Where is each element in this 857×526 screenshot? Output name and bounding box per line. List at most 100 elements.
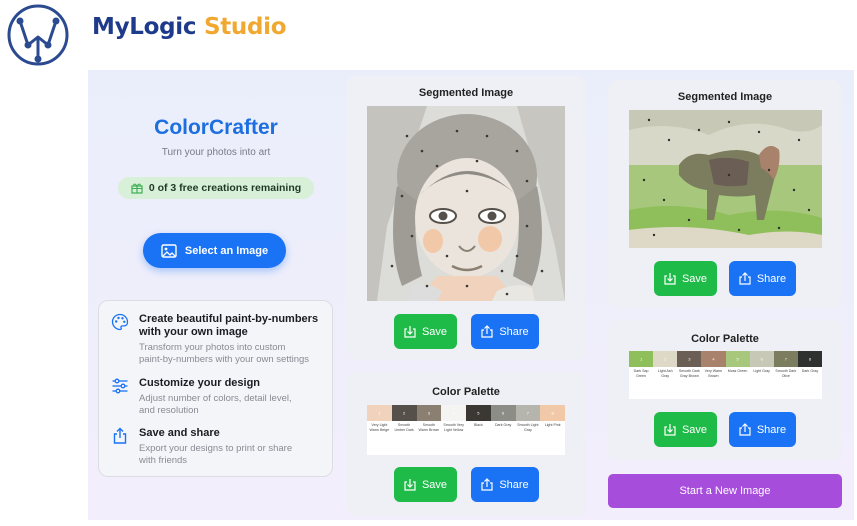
app-subtitle: Turn your photos into art: [161, 147, 271, 158]
swatch-label: Smooth Dark Gray Brown: [678, 369, 700, 378]
feature-description: Adjust number of colors, detail level, a…: [139, 393, 292, 416]
feature-title: Save and share: [139, 427, 220, 439]
palette-swatch: 6 Light Gray: [749, 351, 774, 399]
share-icon: [481, 478, 493, 491]
palette-swatch: 4 Very Warm Brown: [701, 351, 726, 399]
swatch-number: 5: [477, 410, 480, 416]
select-image-button[interactable]: Select an Image: [143, 233, 286, 268]
share-icon: [481, 325, 493, 338]
swatch-number: 8: [808, 356, 812, 362]
save-button[interactable]: Save: [394, 314, 457, 349]
mylogic-logo: [7, 4, 69, 66]
palette-swatch: 2 Smooth Umber Dark: [391, 405, 417, 455]
feature-description: Export your designs to print or share wi…: [139, 443, 293, 466]
feature-title: Create beautiful paint-by-numbers with y…: [139, 313, 319, 338]
swatch-label: Dark Gray: [494, 423, 512, 427]
swatch-color: 2: [391, 405, 417, 421]
share-button[interactable]: Share: [729, 412, 796, 447]
swatch-label: Smooth Umber Dark: [394, 423, 414, 432]
swatch-number: 7: [784, 356, 787, 362]
share-icon: [113, 427, 127, 444]
swatch-label: Black: [473, 423, 483, 427]
palette-swatch: 7 Smooth Light Gray: [515, 405, 541, 455]
save-icon: [404, 326, 416, 338]
color-palette-card-2: Color Palette 1 Dark Sap Green 2 Light Ash …: [608, 320, 842, 460]
palette-swatches: 1 Very Light Warm Beige 2 Smooth Umber Dark…: [367, 405, 565, 455]
swatch-color: 6: [490, 405, 516, 421]
swatch-color: 8: [540, 405, 565, 421]
features-card: Create beautiful paint-by-numbers with y…: [98, 300, 333, 477]
share-icon: [739, 272, 751, 285]
start-new-image-button[interactable]: Start a New Image: [608, 474, 842, 508]
palette-icon: [111, 313, 129, 331]
share-button[interactable]: Share: [471, 467, 539, 502]
credits-text: 0 of 3 free creations remaining: [148, 182, 302, 194]
swatch-number: 6: [502, 410, 505, 416]
brand-name: MyLogic Studio: [92, 14, 287, 40]
palette-swatch: 1 Very Light Warm Beige: [367, 405, 392, 455]
color-palette-title: Color Palette: [691, 333, 759, 345]
swatch-number: 2: [664, 356, 667, 362]
swatch-label: Very Light Warm Beige: [369, 423, 390, 432]
swatch-color: 1: [629, 351, 654, 367]
gift-icon: [131, 183, 143, 194]
palette-swatch: 1 Dark Sap Green: [629, 351, 654, 399]
color-palette-card: Color Palette 1 Very Light Warm Beige 2 Smo…: [346, 372, 586, 516]
swatch-label: Light Gray: [753, 369, 770, 373]
swatch-label: Dark Gray: [801, 369, 819, 373]
swatch-label: Smooth Light Gray: [517, 423, 539, 432]
swatch-label: Smooth Warm Brown: [418, 423, 440, 432]
swatch-number: 1: [639, 356, 643, 362]
swatch-color: 3: [416, 405, 442, 421]
feature-title: Customize your design: [139, 377, 261, 389]
palette-swatch: 8 Dark Gray: [797, 351, 822, 399]
segmented-image-card-2: Segmented Image Save Share: [608, 80, 842, 308]
swatch-color: 7: [515, 405, 541, 421]
save-icon: [404, 479, 416, 491]
swatch-number: 2: [403, 410, 406, 416]
palette-swatch: 5 Moss Green: [725, 351, 750, 399]
swatch-label: Very Warm Brown: [704, 369, 723, 378]
palette-swatch: 3 Smooth Dark Gray Brown: [677, 351, 702, 399]
image-icon: [161, 243, 177, 258]
save-icon: [664, 424, 676, 436]
swatch-number: 4: [712, 356, 715, 362]
swatch-label: Light Ash Gray: [657, 369, 673, 378]
swatch-number: 6: [760, 356, 763, 362]
share-icon: [739, 423, 751, 436]
swatch-color: 4: [701, 351, 726, 367]
swatch-label: Smooth Dark Olive: [775, 369, 797, 378]
save-icon: [664, 273, 676, 285]
swatch-number: 8: [551, 410, 554, 416]
app-title: ColorCrafter: [154, 116, 278, 139]
palette-swatch: 5 Black: [466, 405, 491, 455]
swatch-label: Light Pink: [544, 423, 561, 427]
share-button[interactable]: Share: [471, 314, 539, 349]
swatch-number: 5: [736, 356, 739, 362]
feature-description: Transform your photos into custom paint-…: [139, 342, 310, 365]
swatch-number: 3: [688, 356, 691, 362]
swatch-color: 2: [653, 351, 678, 367]
save-button[interactable]: Save: [394, 467, 457, 502]
brand-name-part1: MyLogic: [92, 14, 197, 40]
palette-swatch: 2 Light Ash Gray: [653, 351, 678, 399]
segmented-image-title: Segmented Image: [677, 91, 773, 103]
palette-swatch: 7 Smooth Dark Olive: [773, 351, 798, 399]
palette-swatch: 6 Dark Gray: [490, 405, 516, 455]
segmented-portrait-image: [367, 106, 565, 301]
segmented-image-title: Segmented Image: [418, 87, 514, 99]
swatch-color: 6: [749, 351, 774, 367]
swatch-number: 7: [526, 410, 529, 416]
swatch-color: 5: [725, 351, 750, 367]
swatch-color: 7: [773, 351, 798, 367]
save-button[interactable]: Save: [654, 261, 717, 296]
swatch-number: 3: [427, 410, 430, 416]
share-button[interactable]: Share: [729, 261, 796, 296]
credits-badge: 0 of 3 free creations remaining: [118, 177, 314, 199]
sliders-icon: [112, 378, 128, 394]
swatch-label: Moss Green: [727, 369, 748, 373]
swatch-color: 5: [466, 405, 491, 421]
save-button[interactable]: Save: [654, 412, 717, 447]
intro-panel: ColorCrafter Turn your photos into art 0…: [88, 70, 344, 520]
palette-swatch: 4 Smooth Very Light Vellow: [441, 405, 466, 455]
